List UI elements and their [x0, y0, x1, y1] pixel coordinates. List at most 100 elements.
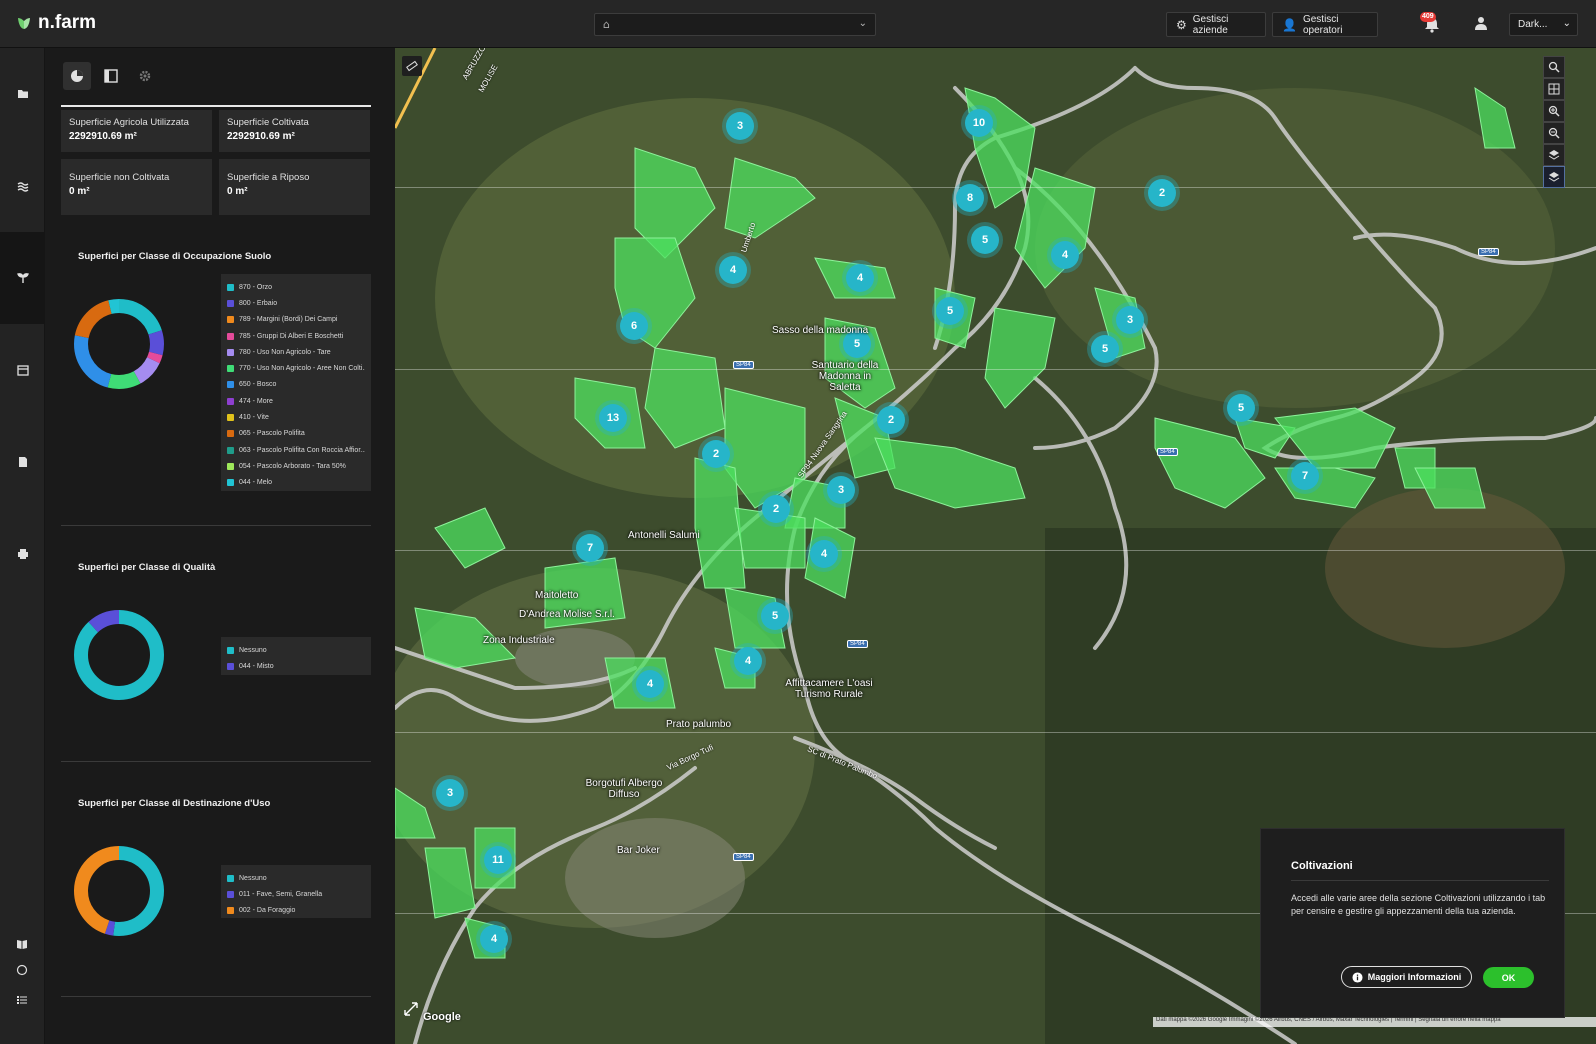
card-label: Superficie Coltivata	[227, 117, 309, 128]
cluster-marker[interactable]: 4	[636, 670, 664, 698]
legend-label: Nessuno	[239, 646, 267, 654]
legend-item[interactable]: 002 - Da Foraggio	[227, 903, 365, 919]
cluster-marker[interactable]: 3	[1116, 306, 1144, 334]
nav-folder[interactable]	[0, 48, 45, 140]
legend-item[interactable]: Nessuno	[227, 870, 365, 886]
base-layers-button[interactable]	[1543, 166, 1565, 188]
cluster-marker[interactable]: 2	[877, 406, 905, 434]
map-grid-button[interactable]	[1543, 78, 1565, 100]
donut-slice[interactable]	[74, 610, 164, 700]
cluster-marker[interactable]: 4	[734, 647, 762, 675]
card-label: Superficie non Coltivata	[69, 172, 170, 183]
zoom-out-button[interactable]	[1543, 122, 1565, 144]
legend-item[interactable]: 800 - Erbaio	[227, 295, 365, 311]
cluster-marker[interactable]: 4	[810, 540, 838, 568]
card-label: Superficie Agricola Utilizzata	[69, 117, 189, 128]
place-label[interactable]: Prato palumbo	[666, 719, 731, 730]
place-label[interactable]: Bar Joker	[617, 845, 660, 856]
more-info-label: Maggiori Informazioni	[1367, 972, 1462, 982]
cluster-marker[interactable]: 2	[702, 440, 730, 468]
manage-farms-button[interactable]: ⚙ Gestisci aziende	[1166, 12, 1266, 37]
map-gridline	[395, 732, 1596, 733]
nav-cultivations[interactable]	[0, 232, 45, 324]
app-logo[interactable]: n.farm	[16, 12, 96, 34]
cluster-marker[interactable]: 4	[1051, 241, 1079, 269]
cluster-marker[interactable]: 8	[956, 184, 984, 212]
section-divider	[61, 761, 371, 762]
measure-button[interactable]	[402, 56, 422, 76]
legend-label: 800 - Erbaio	[239, 299, 278, 307]
cluster-marker[interactable]: 3	[726, 112, 754, 140]
legend-item[interactable]: 770 - Uso Non Agricolo - Aree Non Colti.…	[227, 360, 365, 376]
user-icon[interactable]	[1474, 16, 1488, 30]
place-label[interactable]: Maitoletto	[535, 590, 578, 601]
popup-text: Accedi alle varie aree della sezione Col…	[1291, 893, 1546, 916]
legend-item[interactable]: 410 - Vite	[227, 409, 365, 425]
farm-select[interactable]: ⌂ ⌄	[594, 13, 876, 36]
place-label[interactable]: Borgotufi Albergo Diffuso	[581, 778, 667, 800]
legend-item[interactable]: Nessuno	[227, 642, 365, 658]
nav-list[interactable]	[14, 992, 30, 1008]
nav-print[interactable]	[0, 508, 45, 600]
more-info-button[interactable]: Maggiori Informazioni	[1341, 966, 1472, 988]
cluster-marker[interactable]: 13	[599, 404, 627, 432]
legend-item[interactable]: 870 - Orzo	[227, 279, 365, 295]
cluster-marker[interactable]: 4	[480, 925, 508, 953]
section-title-destinazione: Superfici per Classe di Destinazione d'U…	[78, 798, 271, 809]
cluster-marker[interactable]: 2	[1148, 179, 1176, 207]
legend-item[interactable]: 650 - Bosco	[227, 377, 365, 393]
cluster-marker[interactable]: 5	[1227, 394, 1255, 422]
cluster-marker[interactable]: 11	[484, 846, 512, 874]
map-attribution[interactable]: Dati mappa ©2026 Google Immagini ©2026 A…	[1153, 1017, 1596, 1027]
zoom-in-button[interactable]	[1543, 100, 1565, 122]
cluster-marker[interactable]: 2	[762, 495, 790, 523]
layers-icon	[1548, 172, 1560, 182]
legend-item[interactable]: 780 - Uso Non Agricolo - Tare	[227, 344, 365, 360]
card-riposo: Superficie a Riposo 0 m²	[219, 159, 370, 215]
legend-item[interactable]: 011 - Fave, Semi, Granella	[227, 886, 365, 902]
nav-status[interactable]	[14, 962, 30, 978]
place-label[interactable]: Antonelli Salumi	[628, 530, 700, 541]
cluster-marker[interactable]: 4	[719, 256, 747, 284]
cluster-marker[interactable]: 10	[965, 109, 993, 137]
tab-settings[interactable]	[131, 62, 159, 90]
place-label[interactable]: Affittacamere L'oasi Turismo Rurale	[783, 678, 875, 700]
legend-item[interactable]: 044 - Misto	[227, 658, 365, 674]
legend-item[interactable]: 063 - Pascolo Polifita Con Roccia Affior…	[227, 442, 365, 458]
tab-statistics[interactable]	[63, 62, 91, 90]
place-label[interactable]: Santuario della Madonna in Saletta	[805, 360, 885, 393]
ok-button[interactable]: OK	[1483, 967, 1534, 988]
manage-operators-button[interactable]: 👤 Gestisci operatori	[1272, 12, 1378, 37]
search-map-button[interactable]	[1543, 56, 1565, 78]
cluster-marker[interactable]: 7	[1291, 462, 1319, 490]
tab-underline	[61, 105, 371, 107]
cluster-marker[interactable]: 5	[936, 297, 964, 325]
nav-documents[interactable]	[0, 416, 45, 508]
legend-item[interactable]: 785 - Gruppi Di Alberi E Boschetti	[227, 328, 365, 344]
legend-item[interactable]: 054 - Pascolo Arborato - Tara 50%	[227, 458, 365, 474]
cluster-marker[interactable]: 6	[620, 312, 648, 340]
cluster-marker[interactable]: 5	[971, 226, 999, 254]
place-label[interactable]: Sasso della madonna	[772, 325, 868, 336]
cluster-marker[interactable]: 3	[827, 476, 855, 504]
cluster-marker[interactable]: 5	[1091, 335, 1119, 363]
card-value: 0 m²	[227, 186, 248, 197]
cluster-marker[interactable]: 7	[576, 534, 604, 562]
circle-icon	[16, 964, 28, 976]
cluster-marker[interactable]: 4	[846, 264, 874, 292]
expand-icon[interactable]	[402, 1000, 420, 1018]
legend-item[interactable]: 474 - More	[227, 393, 365, 409]
cluster-marker[interactable]: 5	[761, 602, 789, 630]
cluster-marker[interactable]: 3	[436, 779, 464, 807]
place-label[interactable]: D'Andrea Molise S.r.l.	[519, 609, 615, 620]
theme-select[interactable]: Dark... ⌄	[1509, 13, 1578, 36]
nav-fields[interactable]	[0, 140, 45, 232]
nav-calendar[interactable]	[0, 324, 45, 416]
layers-button[interactable]	[1543, 144, 1565, 166]
legend-item[interactable]: 789 - Margini (Bordi) Dei Campi	[227, 312, 365, 328]
legend-item[interactable]: 044 - Melo	[227, 475, 365, 491]
place-label[interactable]: Zona Industriale	[483, 635, 555, 646]
legend-item[interactable]: 065 - Pascolo Polifita	[227, 426, 365, 442]
nav-book[interactable]	[14, 936, 30, 952]
tab-layout[interactable]	[97, 62, 125, 90]
